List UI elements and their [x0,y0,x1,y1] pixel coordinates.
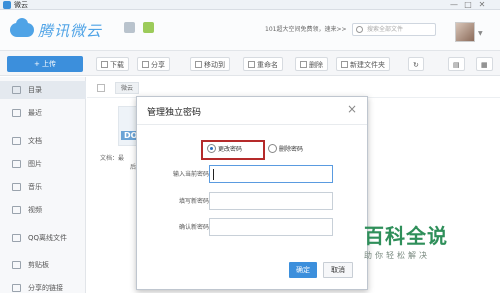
apple-icon[interactable] [124,22,135,33]
sidebar-item-images[interactable]: 图片 [0,155,86,173]
rename-icon [248,61,255,68]
sidebar-item-video[interactable]: 视频 [0,201,86,219]
radio-button[interactable] [268,144,277,153]
current-password-input[interactable] [210,166,332,182]
sidebar: 目录 最近 文档 图片 音乐 视频 QQ离线文件 剪贴板 分享的链接 [0,77,86,293]
sidebar-item-directory[interactable]: 目录 [0,81,86,99]
refresh-button[interactable]: ↻ [408,57,424,71]
promo-notice[interactable]: 101超大空间免费领，速来>> [265,24,347,33]
refresh-icon: ↻ [413,61,419,69]
confirm-password-field[interactable] [209,218,333,236]
watermark-title: 百科全说 [364,224,448,248]
close-icon[interactable]: × [345,102,359,116]
brand-name: 腾讯微云 [38,21,103,40]
delete-button[interactable]: 删除 [295,57,328,71]
share-button[interactable]: 分享 [137,57,170,71]
cancel-button[interactable]: 取消 [323,262,353,278]
grid-view-button[interactable]: ▦ [476,57,493,71]
grid-view-icon: ▦ [481,61,488,69]
avatar[interactable] [455,22,475,42]
link-icon [12,284,21,292]
clock-icon [12,109,21,117]
list-view-icon: ▤ [453,61,460,69]
download-icon [101,61,108,68]
upload-button[interactable]: + 上传 [7,56,83,72]
folder-icon [341,61,348,68]
search-icon [356,26,363,33]
logo: 腾讯微云 [10,18,102,42]
close-window-button[interactable]: ✕ [476,0,488,10]
window-title: 微云 [14,1,28,9]
search-box[interactable] [352,23,437,36]
dialog-title: 管理独立密码 [147,108,202,118]
share-icon [142,61,149,68]
breadcrumb: 微云 [87,78,500,98]
chevron-down-icon[interactable]: ▼ [478,30,483,37]
select-all-checkbox[interactable] [97,84,105,92]
watermark-subtitle: 助你轻松解决 [364,251,430,260]
divider [137,124,367,125]
maximize-button[interactable]: □ [462,0,474,10]
clipboard-icon [12,261,21,269]
new-password-field[interactable] [209,192,333,210]
confirm-button[interactable]: 确定 [289,262,317,278]
document-icon [12,137,21,145]
text-caret [213,169,214,180]
music-icon [12,183,21,191]
view-toggle-button[interactable]: ▤ [448,57,465,71]
radio-button-selected[interactable] [207,144,216,153]
radio-delete-password[interactable]: 删除密码 [268,143,303,157]
sidebar-item-qq-offline[interactable]: QQ离线文件 [0,229,86,247]
qq-icon [12,234,21,242]
toolbar: + 上传 下载 分享 移动到 重命名 删除 新建文件夹 ↻ ▤ ▦ [0,50,500,76]
rename-button[interactable]: 重命名 [243,57,283,71]
move-button[interactable]: 移动到 [190,57,230,71]
search-input[interactable] [367,24,437,35]
image-icon [12,160,21,168]
video-icon [12,206,21,214]
title-bar: 微云 — □ ✕ [0,0,500,10]
platform-icons [124,22,154,33]
cloud-icon [10,18,34,37]
sidebar-item-recent[interactable]: 最近 [0,104,86,122]
minimize-button[interactable]: — [448,0,460,10]
android-icon[interactable] [143,22,154,33]
sidebar-item-shared-links[interactable]: 分享的链接 [0,279,86,293]
directory-icon [12,86,21,94]
password-dialog: 管理独立密码 × 更改密码 删除密码 输入当前密码 填写新密码 确认新密码 确定… [136,96,368,290]
sidebar-item-clipboard[interactable]: 剪贴板 [0,256,86,274]
sidebar-item-music[interactable]: 音乐 [0,178,86,196]
label-confirm-password: 确认新密码 [178,224,209,231]
file-meta: 文档：最 后 [100,155,137,171]
label-current-password: 输入当前密码 [172,171,209,178]
watermark-logo: 百科全说 助你轻松解决 [364,220,464,261]
confirm-password-input[interactable] [210,219,332,235]
radio-change-password[interactable]: 更改密码 [207,143,242,157]
label-new-password: 填写新密码 [178,198,209,205]
move-icon [195,61,202,68]
current-password-field[interactable] [209,165,333,183]
new-folder-button[interactable]: 新建文件夹 [336,57,390,71]
sidebar-item-documents[interactable]: 文档 [0,132,86,150]
app-icon [3,1,11,9]
header: 腾讯微云 101超大空间免费领，速来>> ▼ [0,10,500,50]
download-button[interactable]: 下载 [96,57,129,71]
new-password-input[interactable] [210,193,332,209]
breadcrumb-item-root[interactable]: 微云 [115,82,140,94]
delete-icon [300,61,307,68]
